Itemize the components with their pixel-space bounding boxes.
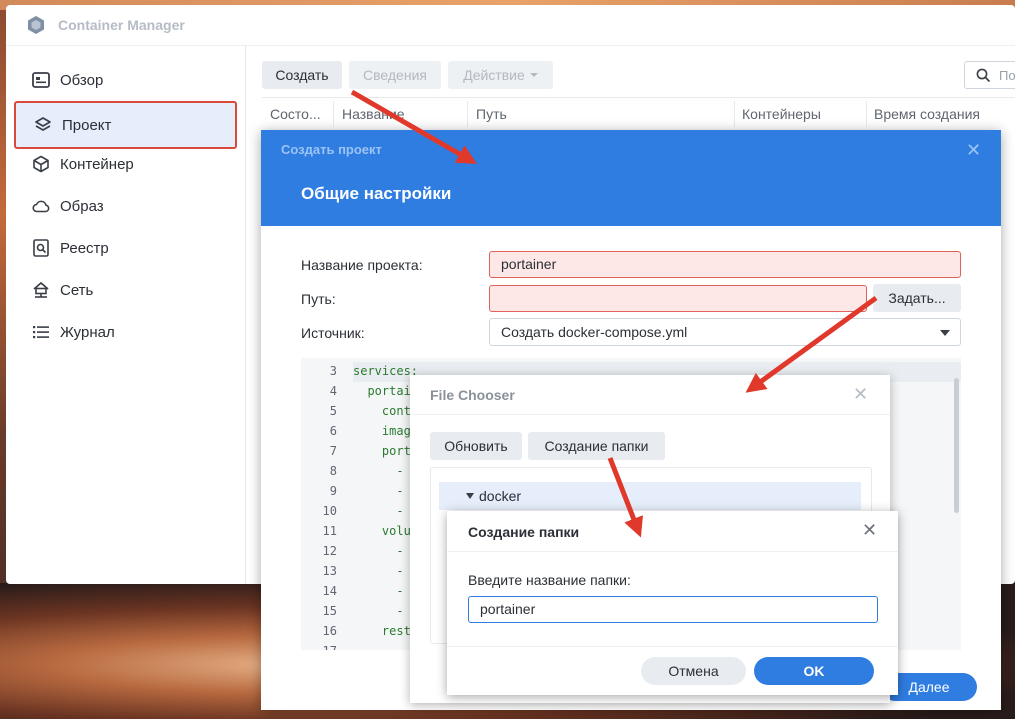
folder-name-input[interactable]: portainer bbox=[468, 596, 878, 623]
cube-icon bbox=[32, 155, 50, 173]
dialog-header: Создать проект ✕ Общие настройки bbox=[261, 130, 1001, 226]
project-name-label: Название проекта: bbox=[301, 257, 423, 273]
sidebar-item-label: Образ bbox=[60, 197, 104, 215]
file-chooser-title: File Chooser bbox=[430, 387, 515, 403]
divider bbox=[447, 646, 898, 647]
sidebar-item-label: Контейнер bbox=[60, 155, 134, 173]
source-select[interactable]: Создать docker-compose.yml bbox=[489, 318, 961, 346]
sidebar-item-label: Журнал bbox=[60, 323, 115, 341]
tree-item-docker[interactable]: docker bbox=[439, 482, 861, 510]
sidebar-item-image[interactable]: Образ bbox=[14, 185, 237, 227]
refresh-button[interactable]: Обновить bbox=[430, 432, 522, 460]
column-divider bbox=[866, 101, 867, 127]
dialog-step-title: Общие настройки bbox=[301, 184, 452, 203]
create-folder-button[interactable]: Создание папки bbox=[528, 432, 665, 460]
cloud-icon bbox=[32, 197, 50, 215]
details-button[interactable]: Сведения bbox=[349, 61, 441, 89]
overview-icon bbox=[32, 71, 50, 89]
source-value: Создать docker-compose.yml bbox=[501, 324, 688, 340]
layers-icon bbox=[34, 116, 52, 134]
container-manager-logo-icon bbox=[28, 16, 44, 34]
sidebar-item-project[interactable]: Проект bbox=[14, 101, 237, 149]
action-label: Действие bbox=[463, 67, 525, 83]
column-divider bbox=[734, 101, 735, 127]
sidebar-item-container[interactable]: Контейнер bbox=[14, 143, 237, 185]
titlebar: Container Manager bbox=[6, 5, 1015, 46]
sidebar: Обзор Проект Контейнер Образ Реестр Сеть… bbox=[6, 45, 246, 584]
column-name[interactable]: Название bbox=[342, 106, 405, 122]
column-divider bbox=[467, 101, 468, 127]
sidebar-item-overview[interactable]: Обзор bbox=[14, 59, 237, 101]
action-dropdown[interactable]: Действие bbox=[448, 61, 553, 89]
set-path-button[interactable]: Задать... bbox=[873, 284, 961, 312]
cancel-button[interactable]: Отмена bbox=[641, 657, 746, 685]
sidebar-item-label: Реестр bbox=[60, 239, 109, 257]
sidebar-item-network[interactable]: Сеть bbox=[14, 269, 237, 311]
close-icon[interactable]: ✕ bbox=[966, 140, 981, 161]
sidebar-item-log[interactable]: Журнал bbox=[14, 311, 237, 353]
app-title: Container Manager bbox=[58, 17, 185, 33]
close-icon[interactable]: ✕ bbox=[853, 384, 868, 405]
column-containers[interactable]: Контейнеры bbox=[742, 106, 821, 122]
divider bbox=[447, 551, 898, 552]
path-input[interactable] bbox=[489, 285, 867, 312]
sidebar-item-label: Проект bbox=[62, 116, 112, 134]
search-icon bbox=[976, 68, 991, 83]
column-path[interactable]: Путь bbox=[476, 106, 507, 122]
divider bbox=[410, 414, 890, 415]
close-icon[interactable]: ✕ bbox=[862, 520, 877, 541]
sidebar-item-label: Обзор bbox=[60, 71, 104, 89]
chevron-down-icon bbox=[940, 330, 950, 336]
list-icon bbox=[32, 323, 50, 341]
create-button[interactable]: Создать bbox=[262, 61, 342, 89]
tree-item-label: docker bbox=[479, 488, 522, 504]
search-placeholder: По bbox=[999, 68, 1015, 83]
ok-button[interactable]: OK bbox=[754, 657, 874, 685]
dialog-window-title: Создать проект bbox=[281, 142, 382, 157]
search-input[interactable]: По bbox=[964, 61, 1015, 89]
chevron-down-icon bbox=[529, 73, 538, 77]
source-label: Источник: bbox=[301, 325, 365, 341]
project-name-input[interactable]: portainer bbox=[489, 251, 961, 278]
registry-search-icon bbox=[32, 239, 50, 257]
sidebar-item-label: Сеть bbox=[60, 281, 94, 299]
network-icon bbox=[32, 281, 50, 299]
folder-name-label: Введите название папки: bbox=[468, 572, 631, 588]
create-folder-dialog: Создание папки ✕ Введите название папки:… bbox=[447, 511, 898, 695]
path-label: Путь: bbox=[301, 291, 336, 307]
create-folder-title: Создание папки bbox=[468, 524, 580, 540]
column-divider bbox=[333, 101, 334, 127]
sidebar-item-registry[interactable]: Реестр bbox=[14, 227, 237, 269]
table-header: Состо... Название Путь Контейнеры Время … bbox=[262, 97, 1015, 128]
column-status[interactable]: Состо... bbox=[270, 106, 321, 122]
expand-caret-icon[interactable] bbox=[466, 493, 474, 499]
editor-scrollbar[interactable] bbox=[954, 378, 959, 513]
column-created[interactable]: Время создания bbox=[874, 106, 980, 122]
